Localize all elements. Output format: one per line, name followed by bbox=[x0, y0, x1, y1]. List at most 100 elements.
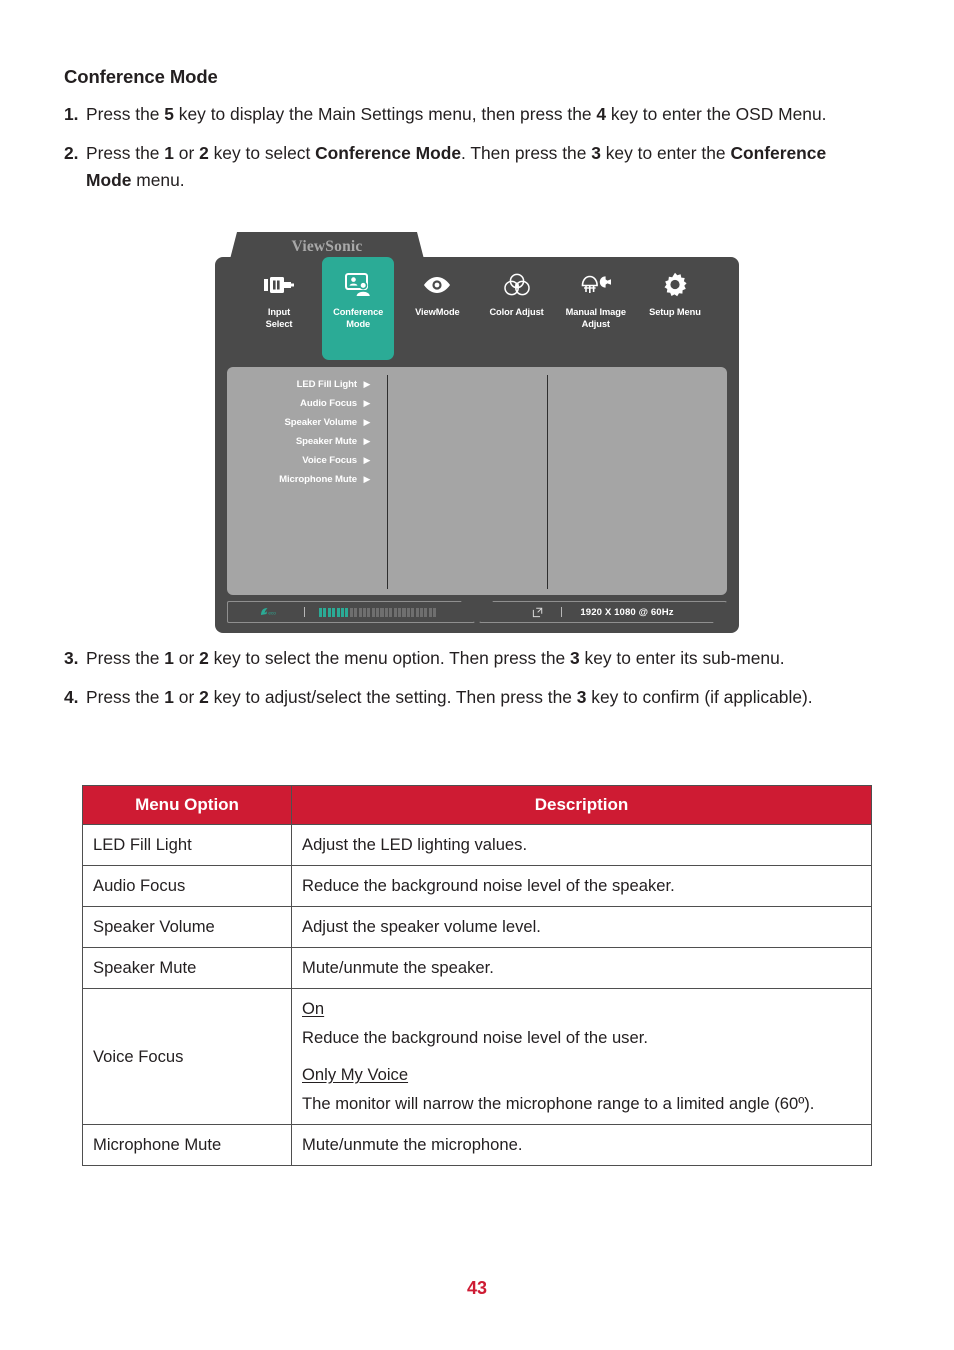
color-venn-circles-icon bbox=[503, 270, 530, 300]
table-row: Voice Focus On Reduce the background noise… bbox=[82, 988, 872, 1126]
level-segment bbox=[323, 607, 327, 617]
table-row: LED Fill Light Adjust the LED lighting va… bbox=[82, 823, 872, 867]
osd-tab-input[interactable]: Input Select bbox=[243, 257, 315, 365]
osd-menu-item[interactable]: Speaker Volume ▶ bbox=[227, 413, 387, 432]
level-segment bbox=[345, 607, 349, 617]
description-text: Adjust the speaker volume level. bbox=[302, 917, 541, 937]
level-segment bbox=[389, 607, 393, 617]
resolution-text: 1920 X 1080 @ 60Hz bbox=[580, 606, 674, 618]
osd-tab-setup-menu[interactable]: Setup Menu bbox=[639, 257, 711, 365]
level-segment bbox=[433, 607, 437, 617]
step-text: Press the 1 or 2 key to adjust/select th… bbox=[86, 687, 813, 708]
status-separator bbox=[304, 607, 305, 617]
numbered-step: 4. Press the 1 or 2 key to adjust/select … bbox=[64, 684, 876, 710]
osd-status-right: 1920 X 1080 @ 60Hz bbox=[479, 601, 727, 623]
description-text: The monitor will narrow the microphone r… bbox=[302, 1094, 815, 1114]
osd-tab-label: Color Adjust bbox=[489, 307, 544, 317]
page-title: Conference Mode bbox=[64, 66, 218, 87]
exit-arrow-icon bbox=[532, 607, 543, 618]
level-segment bbox=[367, 607, 371, 617]
brush-wrench-icon bbox=[580, 270, 612, 300]
level-segment bbox=[384, 607, 388, 617]
osd-tab-label: Setup Menu bbox=[649, 307, 701, 317]
osd-menu-item[interactable]: LED Fill Light ▶ bbox=[227, 375, 387, 394]
osd-tab-label: Manual Image Adjust bbox=[565, 307, 626, 329]
osd-body: Input Select Conference Mode ViewMode Color A… bbox=[215, 257, 739, 633]
cell-description: On Reduce the background noise level of t… bbox=[291, 988, 872, 1126]
step-number: 4. bbox=[64, 687, 79, 708]
viewsonic-logo: ViewSonic bbox=[291, 238, 363, 255]
level-segment bbox=[358, 607, 362, 617]
description-text: Mute/unmute the microphone. bbox=[302, 1135, 523, 1155]
steps-list-mid: 3. Press the 1 or 2 key to select the men… bbox=[64, 645, 876, 724]
level-segment bbox=[402, 607, 406, 617]
osd-menu-item-label: Speaker Mute bbox=[295, 436, 357, 447]
steps-list-top: 1. Press the 5 key to display the Main Se… bbox=[64, 101, 876, 206]
step-number: 3. bbox=[64, 648, 79, 668]
table-row: Speaker Volume Adjust the speaker volume … bbox=[82, 906, 872, 949]
table-row: Audio Focus Reduce the background noise l… bbox=[82, 865, 872, 908]
osd-menu-item-label: Speaker Volume bbox=[284, 417, 357, 428]
description-text: Adjust the LED lighting values. bbox=[302, 835, 528, 854]
level-segment bbox=[319, 607, 323, 617]
osd-content-panel: LED Fill Light ▶ Audio Focus ▶ Speaker Volum… bbox=[227, 367, 727, 595]
level-segment bbox=[428, 607, 432, 617]
description-subheading: Only My Voice bbox=[302, 1065, 409, 1085]
cell-description: Adjust the speaker volume level. bbox=[291, 906, 872, 949]
level-segment bbox=[419, 607, 424, 617]
step-text: Press the 1 or 2 key to select Conferenc… bbox=[86, 143, 827, 190]
step-number: 2. bbox=[64, 143, 79, 164]
chevron-right-icon: ▶ bbox=[363, 398, 371, 408]
osd-tab-conference[interactable]: Conference Mode bbox=[322, 257, 395, 360]
osd-menu-item[interactable]: Audio Focus ▶ bbox=[227, 394, 387, 413]
osd-menu-list: LED Fill Light ▶ Audio Focus ▶ Speaker Volum… bbox=[227, 375, 387, 489]
table-body: LED Fill Light Adjust the LED lighting va… bbox=[82, 823, 872, 1167]
numbered-step: 3. Press the 1 or 2 key to select the men… bbox=[64, 645, 876, 671]
osd-column-divider-1 bbox=[387, 375, 388, 589]
cell-menu-option: Speaker Volume bbox=[82, 906, 292, 949]
cell-menu-option: LED Fill Light bbox=[82, 823, 292, 867]
description-text: Reduce the background noise level of the… bbox=[302, 876, 675, 896]
osd-menu-item-label: Audio Focus bbox=[300, 398, 357, 409]
level-segment bbox=[371, 607, 375, 617]
step-number: 1. bbox=[64, 104, 79, 124]
osd-menu-item[interactable]: Microphone Mute ▶ bbox=[227, 470, 387, 489]
input-connector-icon bbox=[264, 270, 294, 300]
osd-menu-item-label: Voice Focus bbox=[302, 455, 357, 466]
numbered-step: 1. Press the 5 key to display the Main Se… bbox=[64, 101, 876, 127]
level-segment bbox=[406, 607, 410, 617]
table-header-row: Menu Option Description bbox=[82, 785, 872, 825]
osd-menu-illustration: ViewSonic Input Select Conference Mode ViewM… bbox=[215, 232, 739, 633]
osd-status-bar: eco 1920 X 1080 @ 60Hz bbox=[227, 601, 727, 623]
conference-person-screen-icon bbox=[344, 270, 372, 300]
chevron-right-icon: ▶ bbox=[363, 379, 371, 389]
osd-tab-manual-image[interactable]: Manual Image Adjust bbox=[560, 257, 632, 365]
osd-menu-item[interactable]: Speaker Mute ▶ bbox=[227, 432, 387, 451]
eye-icon bbox=[423, 270, 451, 300]
osd-column-divider-2 bbox=[547, 375, 548, 589]
cell-description: Adjust the LED lighting values. bbox=[291, 823, 872, 867]
level-segment bbox=[398, 607, 402, 617]
cell-menu-option: Microphone Mute bbox=[82, 1124, 292, 1167]
column-header-description: Description bbox=[291, 785, 872, 825]
level-segment bbox=[362, 607, 366, 617]
table-row: Microphone Mute Mute/unmute the microphon… bbox=[82, 1124, 872, 1167]
table-row: Speaker Mute Mute/unmute the speaker. bbox=[82, 947, 872, 990]
chevron-right-icon: ▶ bbox=[363, 455, 371, 465]
osd-tab-label: Conference Mode bbox=[333, 307, 384, 329]
column-header-menu-option: Menu Option bbox=[82, 785, 292, 825]
osd-tab-color-adjust[interactable]: Color Adjust bbox=[481, 257, 553, 365]
chevron-right-icon: ▶ bbox=[363, 474, 371, 484]
cell-description: Mute/unmute the microphone. bbox=[291, 1124, 872, 1167]
eco-leaf-icon: eco bbox=[260, 607, 278, 617]
level-segment bbox=[340, 607, 345, 617]
document-page: Conference Mode 1. Press the 5 key to dis… bbox=[0, 0, 954, 1350]
osd-menu-item[interactable]: Voice Focus ▶ bbox=[227, 451, 387, 470]
level-segment bbox=[424, 607, 428, 617]
osd-tab-viewmode[interactable]: ViewMode bbox=[401, 257, 473, 365]
level-segment bbox=[327, 607, 331, 617]
menu-options-table: Menu Option Description LED Fill Light Ad… bbox=[82, 785, 872, 1167]
osd-tab-bar: Input Select Conference Mode ViewMode Color A… bbox=[215, 257, 739, 365]
status-separator-2 bbox=[561, 607, 563, 617]
step-text: Press the 5 key to display the Main Sett… bbox=[86, 104, 827, 124]
